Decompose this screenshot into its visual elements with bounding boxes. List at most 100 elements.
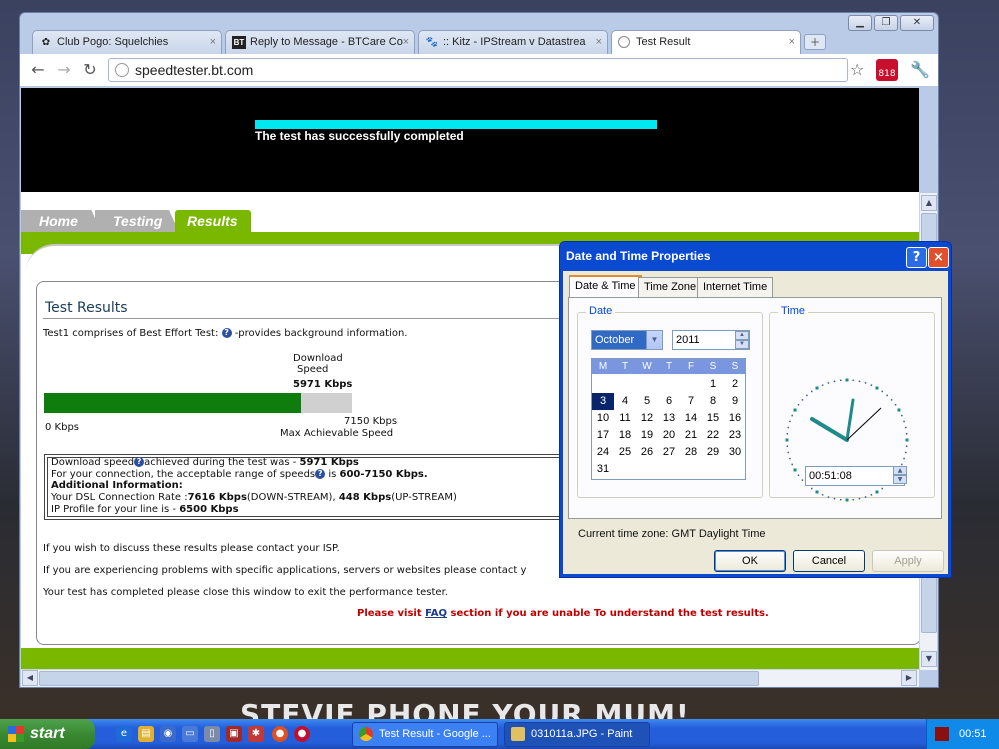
apply-button[interactable]: Apply bbox=[872, 550, 944, 572]
calendar-day[interactable]: 13 bbox=[658, 410, 680, 427]
calendar-day[interactable]: 17 bbox=[592, 427, 614, 444]
time-field[interactable]: 00:51:08 bbox=[805, 466, 905, 486]
hscroll-thumb[interactable] bbox=[39, 671, 759, 686]
time-spin-up-icon[interactable]: ▲ bbox=[893, 466, 907, 475]
close-tab-icon[interactable]: × bbox=[210, 31, 216, 53]
dialog-close-button[interactable]: × bbox=[928, 247, 949, 268]
horizontal-scrollbar[interactable]: ◀ ▶ bbox=[21, 669, 919, 687]
desktop-icon[interactable]: ▭ bbox=[182, 726, 198, 742]
ok-button[interactable]: OK bbox=[714, 550, 786, 572]
new-tab-button[interactable]: + bbox=[804, 34, 826, 50]
intro-text: Test1 comprises of Best Effort Test: ? -… bbox=[43, 328, 407, 339]
task-chrome[interactable]: Test Result - Google ... bbox=[352, 722, 498, 747]
address-bar[interactable]: speedtester.bt.com bbox=[108, 58, 848, 82]
calendar-day[interactable]: 18 bbox=[614, 427, 636, 444]
calendar-day[interactable]: 5 bbox=[636, 393, 658, 410]
calendar-day[interactable]: 2 bbox=[724, 376, 746, 393]
address-text: speedtester.bt.com bbox=[135, 62, 254, 78]
bookmark-star-icon[interactable]: ☆ bbox=[850, 60, 864, 80]
calendar-day[interactable]: 23 bbox=[724, 427, 746, 444]
extension-badge[interactable]: 818 bbox=[876, 59, 898, 81]
task-paint[interactable]: 031011a.JPG - Paint bbox=[504, 722, 650, 747]
calendar-day[interactable]: 21 bbox=[680, 427, 702, 444]
cancel-button[interactable]: Cancel bbox=[793, 550, 865, 572]
nav-tab-results[interactable]: Results bbox=[175, 210, 251, 232]
scroll-left-icon[interactable]: ◀ bbox=[22, 670, 38, 686]
app-icon[interactable]: ▣ bbox=[226, 726, 242, 742]
chrome-icon[interactable]: ● bbox=[272, 726, 288, 742]
time-spin-down-icon[interactable]: ▼ bbox=[893, 475, 907, 484]
clock-tick bbox=[786, 432, 789, 435]
calendar-day[interactable]: 14 bbox=[680, 410, 702, 427]
media-icon[interactable]: ◉ bbox=[160, 726, 176, 742]
calendar-day[interactable]: 16 bbox=[724, 410, 746, 427]
calendar-day[interactable]: 27 bbox=[658, 444, 680, 461]
calendar-day[interactable]: 12 bbox=[636, 410, 658, 427]
calendar-day[interactable]: 1 bbox=[702, 376, 724, 393]
tab-time-zone[interactable]: Time Zone bbox=[638, 277, 703, 297]
help-button[interactable]: ? bbox=[906, 247, 927, 268]
close-tab-icon[interactable]: × bbox=[789, 31, 795, 53]
calendar-day[interactable]: 25 bbox=[614, 444, 636, 461]
notification-icon[interactable]: ● bbox=[294, 726, 310, 742]
calendar-day[interactable]: 15 bbox=[702, 410, 724, 427]
calendar-day[interactable]: 22 bbox=[702, 427, 724, 444]
start-button[interactable]: start bbox=[0, 719, 95, 749]
close-tab-icon[interactable]: × bbox=[403, 31, 409, 53]
spin-down-icon[interactable]: ▼ bbox=[735, 340, 749, 349]
info-icon[interactable]: ? bbox=[221, 328, 232, 338]
tab-btcare[interactable]: BT Reply to Message - BTCare Co × bbox=[225, 30, 415, 54]
minimize-button[interactable]: ▁ bbox=[848, 15, 872, 31]
spin-up-icon[interactable]: ▲ bbox=[735, 331, 749, 340]
folder-icon[interactable]: ▤ bbox=[138, 726, 154, 742]
tab-kitz[interactable]: 🐾 :: Kitz - IPStream v Datastrea × bbox=[418, 30, 608, 54]
calendar-grid[interactable]: M T W T F S S 1 2 3 4 5 6 7 8 9 10 11 12 13 14 15 16 17 18 19 20 21… bbox=[591, 358, 746, 480]
calendar-day[interactable]: 4 bbox=[614, 393, 636, 410]
tab-test-result[interactable]: Test Result × bbox=[611, 30, 801, 55]
tab-club-pogo[interactable]: ✿ Club Pogo: Squelchies × bbox=[32, 30, 222, 54]
info-icon[interactable]: ? bbox=[315, 469, 326, 479]
calendar-day[interactable]: 3 bbox=[592, 393, 614, 410]
nav-tab-home[interactable]: Home bbox=[21, 210, 101, 232]
faq-link[interactable]: FAQ bbox=[425, 608, 447, 619]
calendar-day[interactable]: 20 bbox=[658, 427, 680, 444]
tray-clock[interactable]: 00:51 bbox=[959, 719, 987, 749]
nav-tab-testing[interactable]: Testing bbox=[95, 210, 179, 232]
tab-strip: ✿ Club Pogo: Squelchies × BT Reply to Me… bbox=[32, 30, 832, 55]
calendar-day[interactable]: 30 bbox=[724, 444, 746, 461]
calendar-day[interactable]: 29 bbox=[702, 444, 724, 461]
bug-icon[interactable]: ✱ bbox=[248, 726, 264, 742]
month-select[interactable]: October ▼ bbox=[591, 330, 663, 350]
clock-tick bbox=[801, 399, 804, 401]
forward-arrow-icon[interactable]: → bbox=[54, 60, 74, 80]
reload-icon[interactable]: ↻ bbox=[80, 60, 100, 80]
calendar-day[interactable]: 28 bbox=[680, 444, 702, 461]
scroll-up-icon[interactable]: ▲ bbox=[921, 195, 937, 211]
tab-date-time[interactable]: Date & Time bbox=[569, 275, 642, 298]
tray-app-icon[interactable] bbox=[935, 727, 949, 741]
info-icon[interactable]: ? bbox=[134, 457, 145, 467]
calendar-day[interactable]: 10 bbox=[592, 410, 614, 427]
scroll-down-icon[interactable]: ▼ bbox=[921, 651, 937, 667]
chevron-down-icon[interactable]: ▼ bbox=[646, 331, 662, 349]
tab-internet-time[interactable]: Internet Time bbox=[697, 277, 774, 297]
close-tab-icon[interactable]: × bbox=[596, 31, 602, 53]
wrench-icon[interactable]: 🔧 bbox=[910, 60, 930, 80]
close-window-button[interactable]: ✕ bbox=[900, 15, 934, 31]
calendar-day[interactable]: 9 bbox=[724, 393, 746, 410]
calendar-day[interactable]: 11 bbox=[614, 410, 636, 427]
year-spinner[interactable]: 2011 ▲ ▼ bbox=[672, 330, 750, 350]
calendar-day[interactable]: 26 bbox=[636, 444, 658, 461]
calendar-day[interactable]: 6 bbox=[658, 393, 680, 410]
document-icon[interactable]: ▯ bbox=[204, 726, 220, 742]
calendar-day[interactable]: 31 bbox=[592, 461, 614, 478]
restore-button[interactable]: ❐ bbox=[874, 15, 898, 31]
back-arrow-icon[interactable]: ← bbox=[28, 60, 48, 80]
calendar-day[interactable]: 8 bbox=[702, 393, 724, 410]
clock-tick bbox=[845, 378, 849, 382]
calendar-day[interactable]: 7 bbox=[680, 393, 702, 410]
scroll-right-icon[interactable]: ▶ bbox=[901, 670, 917, 686]
calendar-day[interactable]: 24 bbox=[592, 444, 614, 461]
ie-icon[interactable]: e bbox=[116, 726, 132, 742]
calendar-day[interactable]: 19 bbox=[636, 427, 658, 444]
